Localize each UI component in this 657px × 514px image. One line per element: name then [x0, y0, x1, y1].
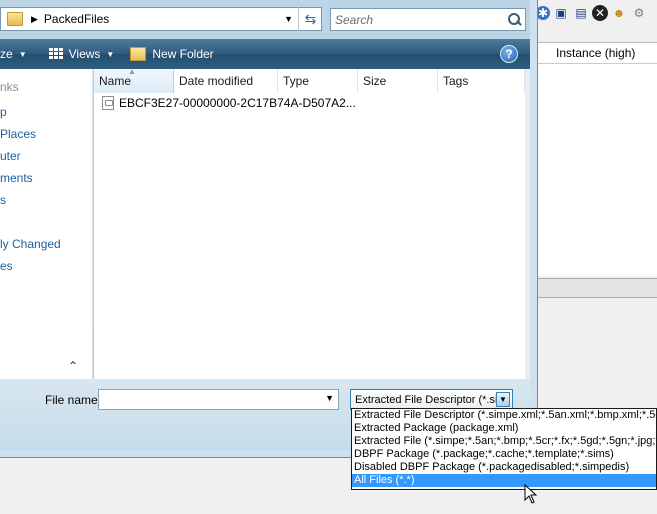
nav-item-desktop[interactable]: p [0, 105, 7, 119]
sort-arrow-icon: ▲ [128, 67, 136, 76]
file-name-label: File name: [45, 393, 102, 407]
breadcrumb-arrow-icon[interactable]: ▶ [31, 14, 38, 25]
file-name-field[interactable]: ▼ [98, 389, 339, 410]
file-type-select[interactable]: Extracted File Descriptor (*.sir ▼ [350, 389, 513, 410]
globe-icon[interactable]: ✱ [536, 6, 550, 20]
organize-button[interactable]: ze ▼ [0, 47, 27, 61]
nav-item-pictures[interactable]: s [0, 193, 6, 207]
list-item[interactable]: EBCF3E27-00000000-2C17B74A-D507A2... [102, 96, 356, 110]
folder-icon [7, 12, 23, 26]
views-label: Views [68, 47, 101, 61]
file-type-option[interactable]: Disabled DBPF Package (*.packagedisabled… [352, 461, 656, 474]
background-splitter[interactable] [536, 278, 657, 298]
search-input[interactable]: Search [330, 8, 526, 31]
views-button[interactable]: Views ▼ [48, 47, 115, 61]
background-grid-header: Instance (high) [536, 42, 657, 64]
chevron-down-icon: ▼ [18, 49, 27, 59]
save-all-icon[interactable]: ▤ [572, 4, 590, 22]
chevron-down-icon[interactable]: ▼ [284, 14, 293, 24]
file-list[interactable]: ▲ Name Date modified Type Size Tags EBCF… [94, 67, 530, 379]
column-header-size[interactable]: Size [358, 69, 438, 93]
dialog-frame: ▶ PackedFiles ▼ ⇆ Search ze ▼ Views ▼ Ne… [0, 0, 530, 450]
chevron-down-icon[interactable]: ▼ [325, 393, 334, 403]
column-header-type[interactable]: Type [278, 69, 358, 93]
file-type-dropdown-list: Extracted File Descriptor (*.simpe.xml;*… [351, 408, 657, 490]
navigation-pane: nks p Places uter ments s ly Changed es … [0, 69, 93, 379]
command-bar: ze ▼ Views ▼ New Folder ? [0, 39, 530, 69]
new-folder-button[interactable]: New Folder [130, 47, 214, 61]
refresh-icon[interactable]: ⇆ [298, 7, 322, 31]
new-folder-icon [130, 47, 147, 61]
settings-icon[interactable]: ⚙ [630, 4, 648, 22]
vertical-scrollbar[interactable] [525, 69, 530, 379]
background-grid-body [536, 64, 657, 276]
column-header-tags[interactable]: Tags [438, 69, 525, 93]
nav-item-computer[interactable]: uter [0, 149, 21, 163]
column-header-date-label: Date modified [179, 74, 254, 88]
address-path[interactable]: PackedFiles [44, 12, 109, 26]
close-icon[interactable]: ✕ [592, 5, 608, 21]
address-bar[interactable]: ▶ PackedFiles ▼ [0, 7, 322, 31]
user-icon[interactable]: ☻ [610, 4, 628, 22]
file-name: EBCF3E27-00000000-2C17B74A-D507A2... [119, 96, 356, 110]
file-type-option[interactable]: Extracted File (*.simpe;*.5an;*.bmp;*.5c… [352, 435, 656, 448]
organize-label: ze [0, 47, 13, 61]
column-header-name[interactable]: ▲ Name [94, 67, 174, 93]
chevron-down-icon[interactable]: ▼ [496, 392, 510, 407]
file-type-selected: Extracted File Descriptor (*.sir [355, 393, 502, 406]
save-icon[interactable]: ▣ [552, 4, 570, 22]
file-type-option[interactable]: Extracted Package (package.xml) [352, 422, 656, 435]
help-icon[interactable]: ? [500, 45, 518, 63]
search-icon[interactable] [507, 12, 521, 27]
column-header-type-label: Type [283, 74, 310, 88]
nav-favorite-links-heading: nks [0, 80, 19, 94]
file-type-option[interactable]: Extracted File Descriptor (*.simpe.xml;*… [352, 409, 656, 422]
search-placeholder: Search [335, 12, 374, 27]
nav-item-recently-changed[interactable]: ly Changed [0, 237, 61, 251]
file-type-option[interactable]: DBPF Package (*.package;*.cache;*.templa… [352, 448, 656, 461]
chevron-down-icon: ▼ [106, 49, 115, 59]
file-icon [102, 96, 114, 110]
instance-high-column[interactable]: Instance (high) [536, 46, 635, 60]
column-header-name-label: Name [99, 74, 132, 88]
file-type-option-highlighted[interactable]: All Files (*.*) [352, 474, 656, 487]
new-folder-label: New Folder [152, 47, 214, 61]
column-header-tags-label: Tags [443, 74, 469, 88]
column-header-date-modified[interactable]: Date modified [174, 69, 278, 93]
background-toolbar: ✱ ▣ ▤ ✕ ☻ ⚙ [536, 0, 657, 26]
mouse-cursor-icon [524, 484, 538, 504]
nav-item-searches[interactable]: es [0, 259, 13, 273]
nav-item-documents[interactable]: ments [0, 171, 33, 185]
nav-item-recent-places[interactable]: Places [0, 127, 36, 141]
chevron-up-icon[interactable]: ⌃ [68, 359, 78, 373]
views-icon [48, 48, 63, 60]
column-header-size-label: Size [363, 74, 387, 88]
file-dialog: ▶ PackedFiles ▼ ⇆ Search ze ▼ Views ▼ Ne… [0, 0, 538, 458]
